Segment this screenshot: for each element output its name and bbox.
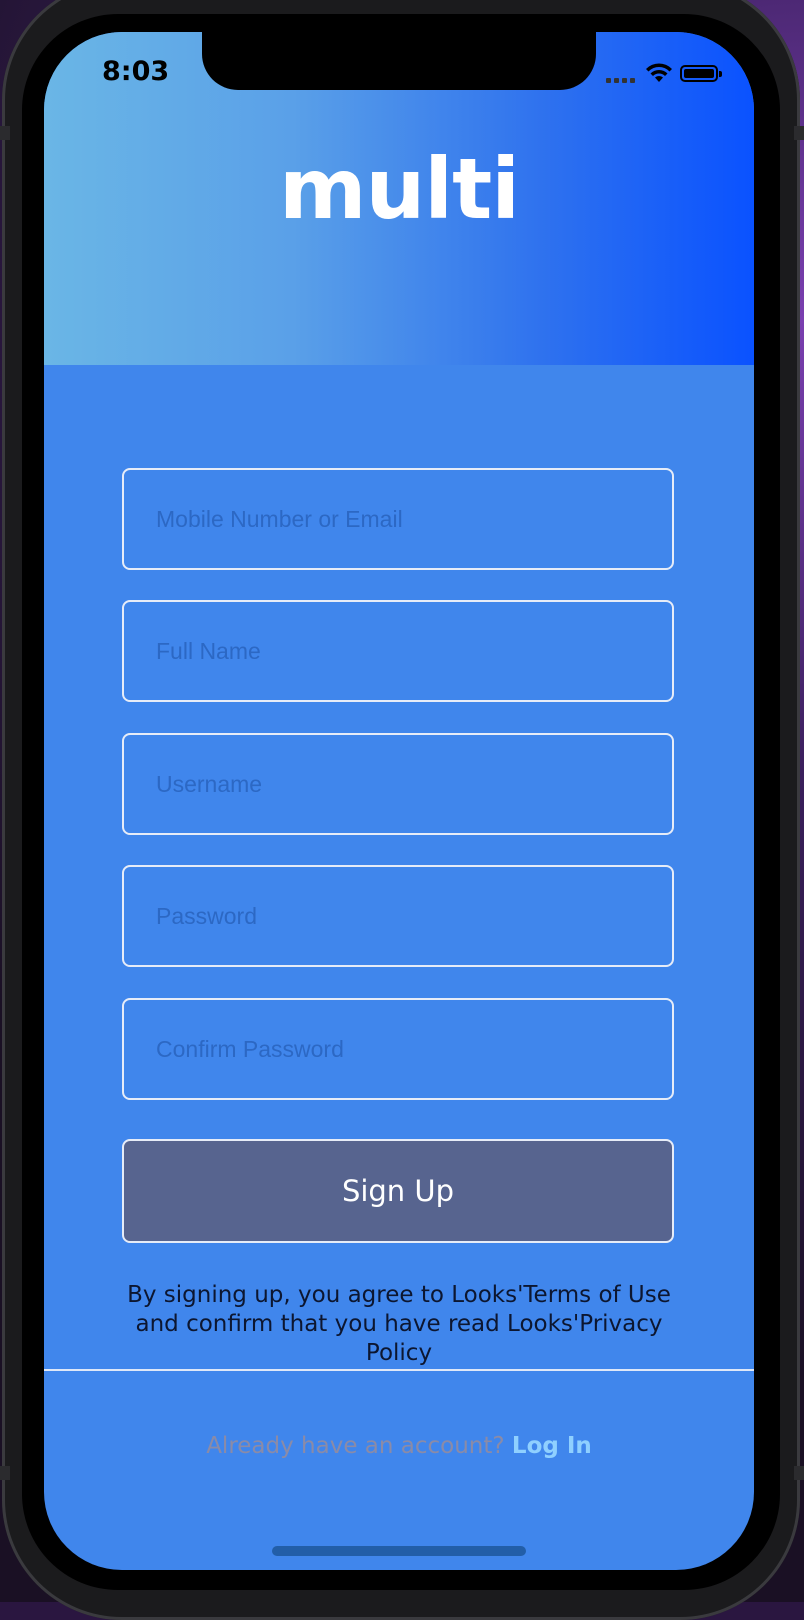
sign-up-button[interactable]: Sign Up [122,1139,674,1243]
side-button-right [794,126,804,140]
wifi-icon [644,62,674,89]
status-time: 8:03 [102,56,170,87]
username-field[interactable] [122,733,674,835]
app-screen: multi 8:03 Sign Up By signing up, you ag… [44,32,754,1570]
cellular-signal-icon [606,78,635,83]
contact-input[interactable] [124,470,672,568]
login-prompt-text: Already have an account? [206,1433,505,1459]
confirm-password-field[interactable] [122,998,674,1100]
battery-icon [680,65,722,82]
username-input[interactable] [124,735,672,833]
side-button-left-lower [0,1466,10,1480]
home-indicator[interactable] [272,1546,526,1556]
full-name-field[interactable] [122,600,674,702]
terms-text: By signing up, you agree to Looks'Terms … [127,1282,671,1366]
side-button-left [0,126,10,140]
contact-field[interactable] [122,468,674,570]
app-logo: multi [278,140,520,238]
password-field[interactable] [122,865,674,967]
full-name-input[interactable] [124,602,672,700]
log-in-link[interactable]: Log In [512,1433,592,1459]
side-button-right-lower [794,1466,804,1480]
device-notch [202,32,596,90]
password-input[interactable] [124,867,672,965]
login-prompt-row: Already have an account? Log In [44,1433,754,1459]
divider [44,1369,754,1371]
confirm-password-input[interactable] [124,1000,672,1098]
